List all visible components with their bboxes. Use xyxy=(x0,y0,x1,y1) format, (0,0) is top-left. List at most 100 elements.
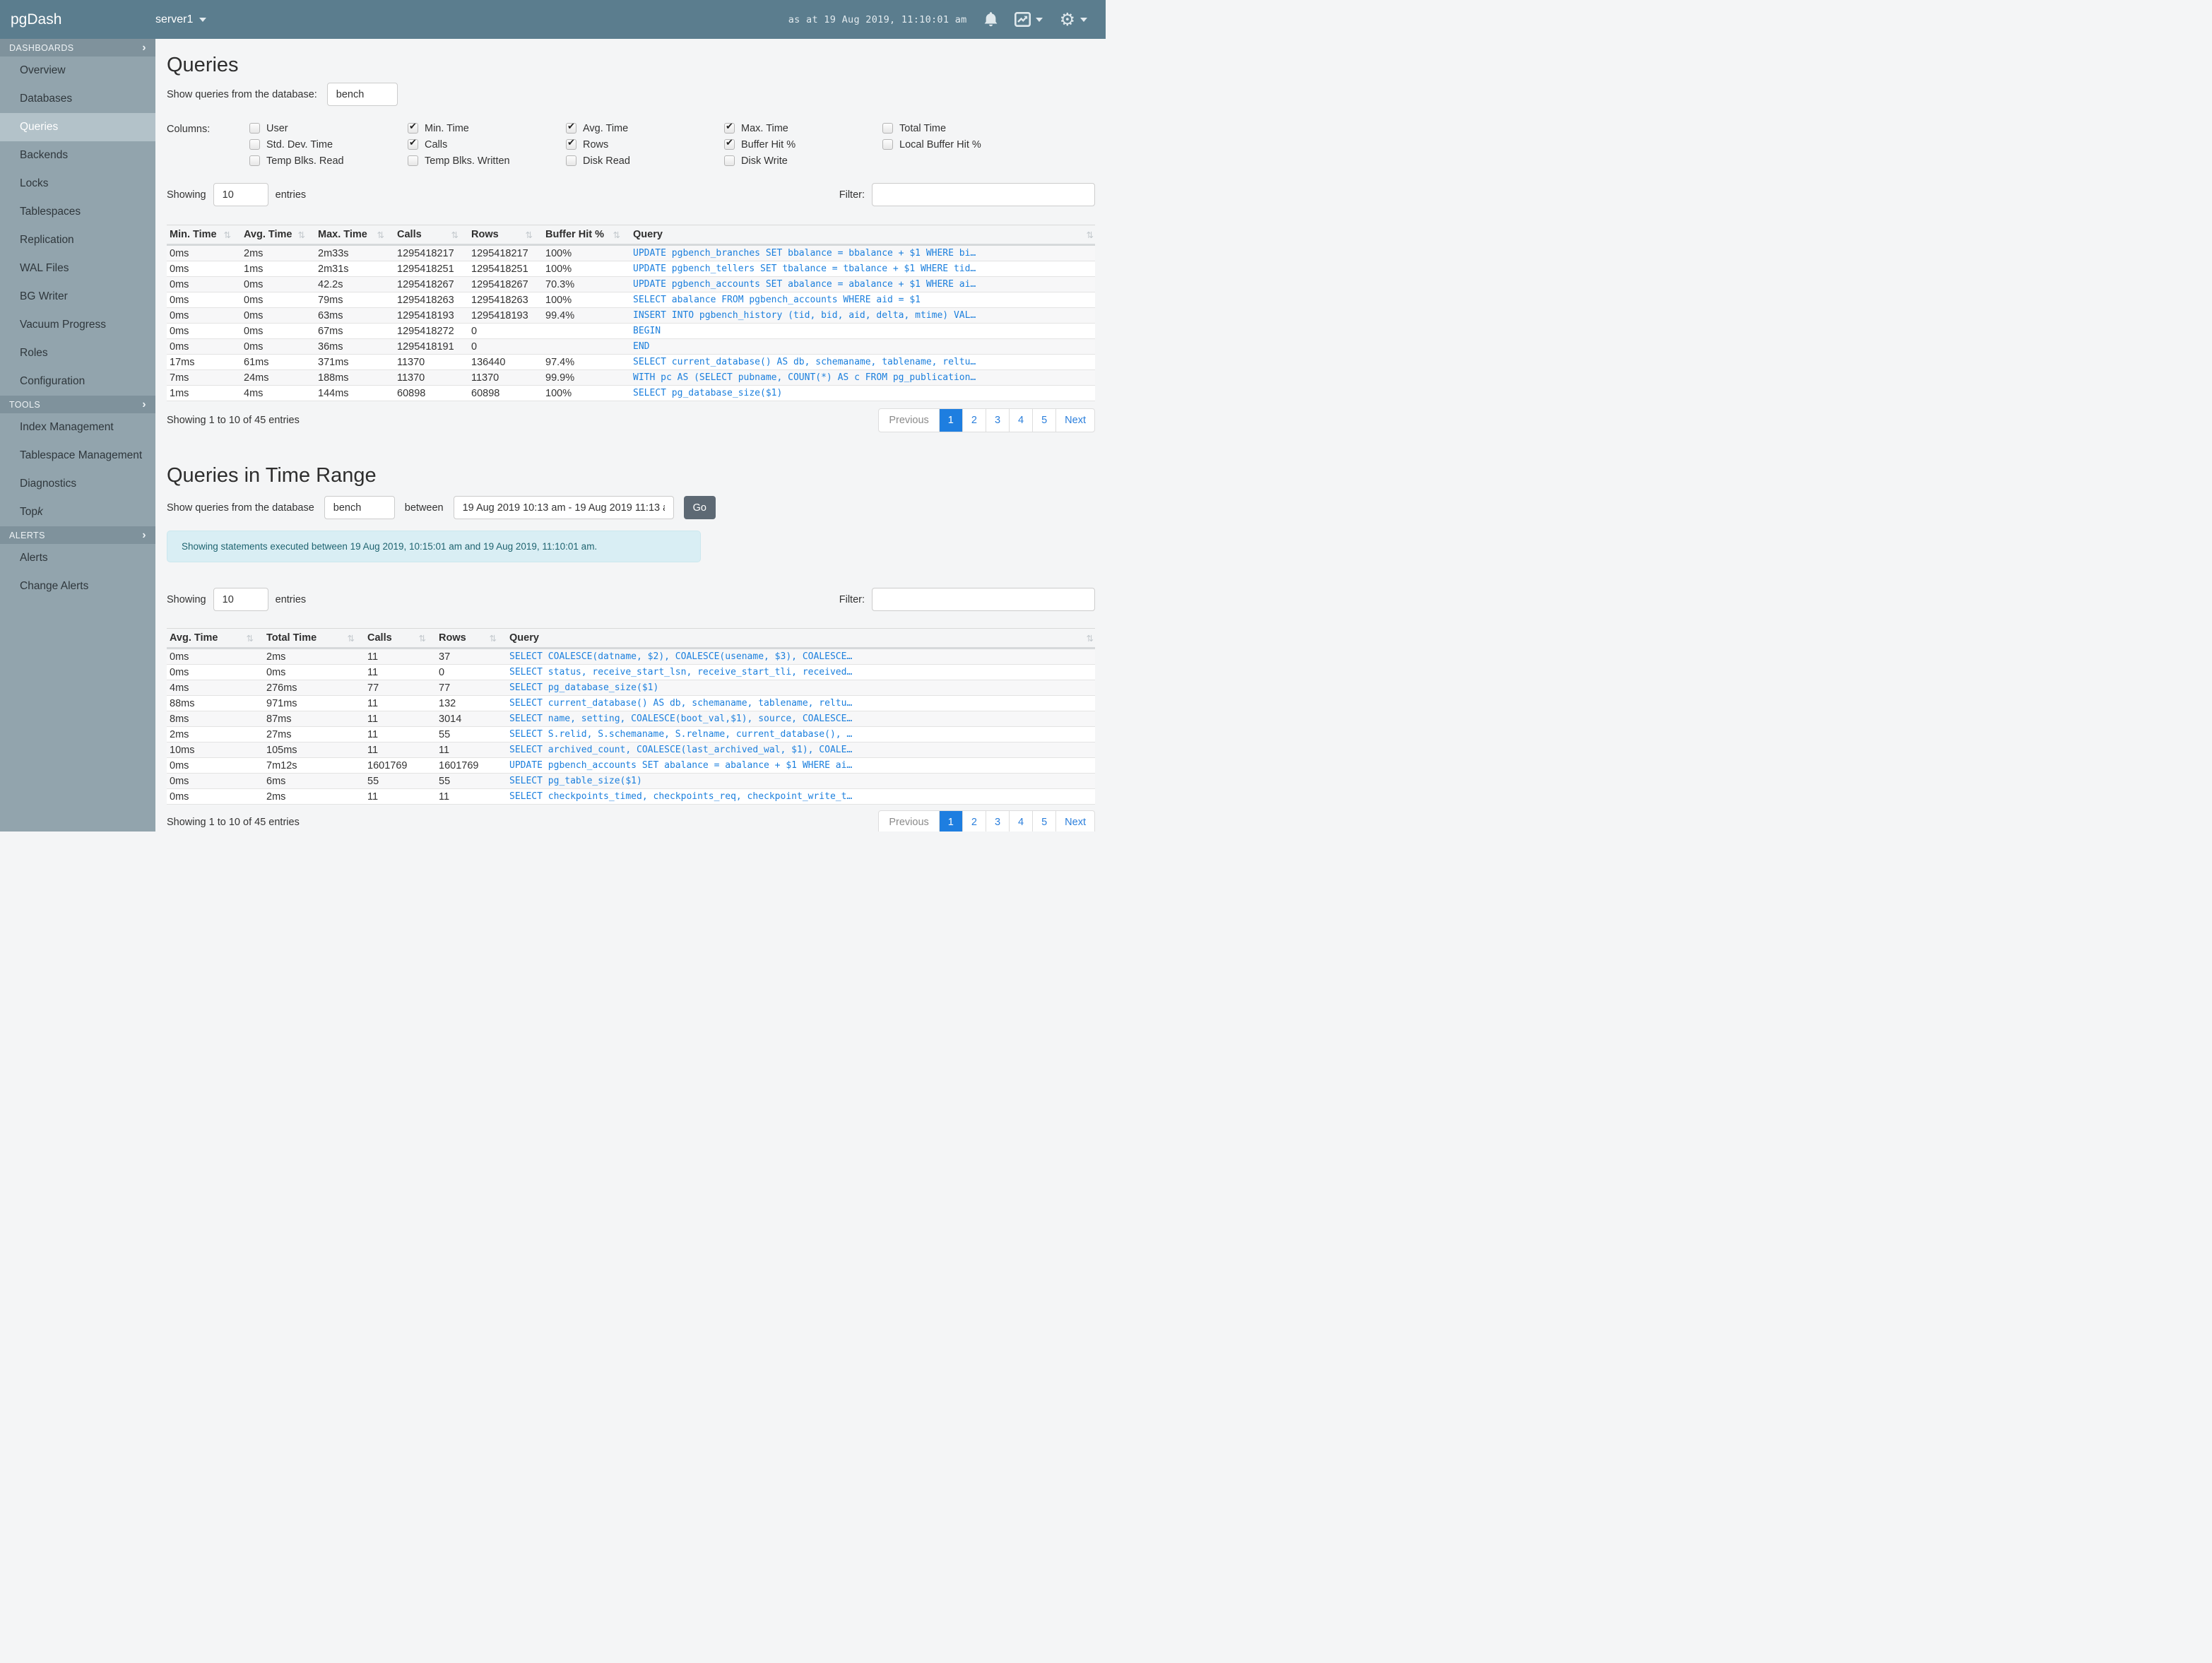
query-cell[interactable]: SELECT abalance FROM pgbench_accounts WH… xyxy=(630,292,1095,308)
query-cell[interactable]: SELECT pg_database_size($1) xyxy=(630,385,1095,401)
sort-icon[interactable]: ⇅ xyxy=(1087,230,1094,240)
query-cell[interactable]: SELECT current_database() AS db, scheman… xyxy=(630,354,1095,370)
sort-icon[interactable]: ⇅ xyxy=(451,230,459,240)
column-header-avg-time[interactable]: Avg. Time ⇅ xyxy=(167,628,264,649)
sort-icon[interactable]: ⇅ xyxy=(377,230,384,240)
checkbox-checked[interactable] xyxy=(566,122,576,134)
sidebar-item-replication[interactable]: Replication xyxy=(0,226,155,254)
column-toggle-rows[interactable]: Rows xyxy=(566,138,724,150)
next-page-button[interactable]: Next xyxy=(1055,409,1094,432)
column-toggle-buffer-hit[interactable]: Buffer Hit % xyxy=(724,138,882,150)
column-header-buffer-hit[interactable]: Buffer Hit % ⇅ xyxy=(543,225,630,246)
column-header-rows[interactable]: Rows ⇅ xyxy=(436,628,507,649)
page-button-1[interactable]: 1 xyxy=(938,409,962,432)
column-header-calls[interactable]: Calls ⇅ xyxy=(365,628,436,649)
page-button-4[interactable]: 4 xyxy=(1009,811,1032,832)
sidebar-item-tablespace-management[interactable]: Tablespace Management xyxy=(0,442,155,470)
page-button-5[interactable]: 5 xyxy=(1032,409,1055,432)
sidebar-item-tablespaces[interactable]: Tablespaces xyxy=(0,198,155,226)
checkbox-unchecked[interactable] xyxy=(566,155,576,166)
sidebar-item-change-alerts[interactable]: Change Alerts xyxy=(0,572,155,600)
query-cell[interactable]: UPDATE pgbench_accounts SET abalance = a… xyxy=(630,276,1095,292)
sort-icon[interactable]: ⇅ xyxy=(613,230,620,240)
filter-input-2[interactable] xyxy=(872,588,1095,611)
checkbox-unchecked[interactable] xyxy=(249,155,260,166)
query-cell[interactable]: UPDATE pgbench_tellers SET tbalance = tb… xyxy=(630,261,1095,277)
database-input-2[interactable] xyxy=(324,496,395,519)
sidebar-item-roles[interactable]: Roles xyxy=(0,339,155,367)
charts-menu-button[interactable] xyxy=(1014,12,1043,27)
sort-icon[interactable]: ⇅ xyxy=(298,230,305,240)
column-toggle-disk-read[interactable]: Disk Read xyxy=(566,155,724,167)
sidebar-item-bg-writer[interactable]: BG Writer xyxy=(0,283,155,311)
sidebar-item-diagnostics[interactable]: Diagnostics xyxy=(0,470,155,498)
query-cell[interactable]: UPDATE pgbench_accounts SET abalance = a… xyxy=(507,757,1095,774)
column-toggle-min-time[interactable]: Min. Time xyxy=(408,122,566,134)
column-toggle-disk-write[interactable]: Disk Write xyxy=(724,155,882,167)
query-cell[interactable]: SELECT pg_database_size($1) xyxy=(507,680,1095,696)
query-cell[interactable]: INSERT INTO pgbench_history (tid, bid, a… xyxy=(630,307,1095,324)
column-toggle-calls[interactable]: Calls xyxy=(408,138,566,150)
checkbox-unchecked[interactable] xyxy=(249,123,260,134)
sidebar-item-top-k[interactable]: Top k xyxy=(0,498,155,526)
column-header-query[interactable]: Query ⇅ xyxy=(630,225,1095,246)
time-range-input[interactable] xyxy=(453,496,674,519)
sidebar-section-tools[interactable]: TOOLS › xyxy=(0,396,155,413)
column-toggle-total-time[interactable]: Total Time xyxy=(882,123,1041,134)
checkbox-checked[interactable] xyxy=(408,138,418,150)
query-cell[interactable]: SELECT pg_table_size($1) xyxy=(507,773,1095,789)
previous-page-button[interactable]: Previous xyxy=(879,811,938,832)
column-header-query[interactable]: Query ⇅ xyxy=(507,628,1095,649)
query-cell[interactable]: SELECT COALESCE(datname, $2), COALESCE(u… xyxy=(507,648,1095,665)
sidebar-item-configuration[interactable]: Configuration xyxy=(0,367,155,396)
page-button-5[interactable]: 5 xyxy=(1032,811,1055,832)
checkbox-checked[interactable] xyxy=(566,138,576,150)
sort-icon[interactable]: ⇅ xyxy=(348,633,355,644)
column-header-max-time[interactable]: Max. Time ⇅ xyxy=(315,225,394,246)
sort-icon[interactable]: ⇅ xyxy=(526,230,533,240)
column-toggle-max-time[interactable]: Max. Time xyxy=(724,122,882,134)
checkbox-unchecked[interactable] xyxy=(724,155,735,166)
sidebar-item-wal-files[interactable]: WAL Files xyxy=(0,254,155,283)
column-header-rows[interactable]: Rows ⇅ xyxy=(468,225,543,246)
query-cell[interactable]: SELECT status, receive_start_lsn, receiv… xyxy=(507,664,1095,680)
page-button-2[interactable]: 2 xyxy=(962,409,986,432)
column-toggle-local-buffer-hit[interactable]: Local Buffer Hit % xyxy=(882,139,1041,150)
page-button-3[interactable]: 3 xyxy=(985,811,1009,832)
query-cell[interactable]: SELECT current_database() AS db, scheman… xyxy=(507,695,1095,711)
settings-menu-button[interactable]: ⚙ xyxy=(1060,11,1087,28)
app-logo[interactable]: pgDash xyxy=(0,11,155,28)
query-cell[interactable]: SELECT name, setting, COALESCE(boot_val,… xyxy=(507,711,1095,727)
query-cell[interactable]: SELECT archived_count, COALESCE(last_arc… xyxy=(507,742,1095,758)
page-button-3[interactable]: 3 xyxy=(985,409,1009,432)
checkbox-unchecked[interactable] xyxy=(882,139,893,150)
sort-icon[interactable]: ⇅ xyxy=(490,633,497,644)
sort-icon[interactable]: ⇅ xyxy=(1087,633,1094,644)
column-header-min-time[interactable]: Min. Time ⇅ xyxy=(167,225,241,246)
query-cell[interactable]: WITH pc AS (SELECT pubname, COUNT(*) AS … xyxy=(630,369,1095,386)
go-button[interactable]: Go xyxy=(683,496,716,519)
column-header-total-time[interactable]: Total Time ⇅ xyxy=(264,628,365,649)
checkbox-unchecked[interactable] xyxy=(249,139,260,150)
column-header-avg-time[interactable]: Avg. Time ⇅ xyxy=(241,225,315,246)
sidebar-item-overview[interactable]: Overview xyxy=(0,57,155,85)
sort-icon[interactable]: ⇅ xyxy=(247,633,254,644)
sidebar-item-databases[interactable]: Databases xyxy=(0,85,155,113)
column-toggle-avg-time[interactable]: Avg. Time xyxy=(566,122,724,134)
sidebar-item-backends[interactable]: Backends xyxy=(0,141,155,170)
column-header-calls[interactable]: Calls ⇅ xyxy=(394,225,468,246)
previous-page-button[interactable]: Previous xyxy=(879,409,938,432)
sidebar-section-dashboards[interactable]: DASHBOARDS › xyxy=(0,39,155,57)
query-cell[interactable]: BEGIN xyxy=(630,323,1095,339)
query-cell[interactable]: SELECT S.relid, S.schemaname, S.relname,… xyxy=(507,726,1095,742)
column-toggle-temp-blks-read[interactable]: Temp Blks. Read xyxy=(249,155,408,167)
query-cell[interactable]: UPDATE pgbench_branches SET bbalance = b… xyxy=(630,244,1095,261)
entries-count-input[interactable] xyxy=(213,183,268,206)
page-button-2[interactable]: 2 xyxy=(962,811,986,832)
sidebar-item-index-management[interactable]: Index Management xyxy=(0,413,155,442)
checkbox-unchecked[interactable] xyxy=(408,155,418,166)
column-toggle-user[interactable]: User xyxy=(249,123,408,134)
checkbox-unchecked[interactable] xyxy=(882,123,893,134)
sidebar-section-alerts[interactable]: ALERTS › xyxy=(0,526,155,544)
server-selector[interactable]: server1 xyxy=(155,13,207,26)
